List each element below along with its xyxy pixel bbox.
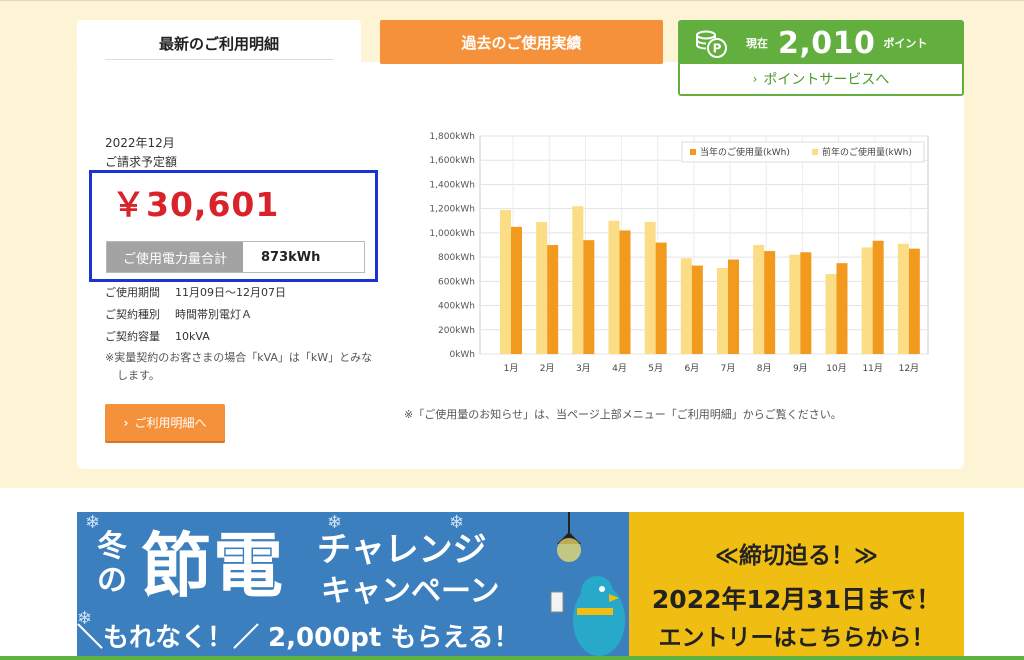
bar-previous-year xyxy=(789,254,801,354)
chevron-right-icon: › xyxy=(752,72,758,86)
bar-current-year xyxy=(764,251,776,354)
chevron-right-icon: › xyxy=(123,415,129,430)
bar-previous-year xyxy=(608,220,620,354)
banner-setsuden-text: 節電 xyxy=(141,525,285,607)
period-row: ご使用期間 11月09日～12月07日 xyxy=(105,284,286,300)
bar-current-year xyxy=(547,245,559,354)
capacity-note: ※実量契約のお客さまの場合「kVA」は「kW」とみなします。 xyxy=(105,351,373,382)
period-label: ご使用期間 xyxy=(105,286,160,299)
bar-current-year xyxy=(728,259,739,354)
x-tick-label: 5月 xyxy=(648,363,663,374)
x-tick-label: 6月 xyxy=(684,363,699,374)
x-tick-label: 1月 xyxy=(504,363,519,374)
legend-label-current: 当年のご使用量(kWh) xyxy=(700,146,790,158)
top-border xyxy=(0,0,1024,1)
y-tick-label: 1,200kWh xyxy=(429,205,475,215)
bar-previous-year xyxy=(500,209,511,354)
coins-icon: P xyxy=(696,30,727,58)
period-value: 11月09日～12月07日 xyxy=(175,286,286,299)
capacity-row: ご契約容量 10kVA xyxy=(105,328,210,344)
contract-type-label: ご契約種別 xyxy=(105,308,160,321)
bar-previous-year xyxy=(753,245,765,354)
banner-campaign-text: キャンペーン xyxy=(321,574,500,609)
statement-detail-label: ご利用明細へ xyxy=(134,416,207,430)
usage-bar-chart: 0kWh 200kWh 400kWh 600kWh 800kWh 1,000kWh 1,20… xyxy=(429,132,929,374)
x-tick-label: 7月 xyxy=(721,363,736,374)
bar-current-year xyxy=(872,240,884,354)
bottom-border xyxy=(0,656,1024,660)
bar-current-year xyxy=(655,242,667,354)
contract-type-value: 時間帯別電灯Ａ xyxy=(175,308,252,321)
legend-swatch-current xyxy=(690,149,696,155)
bar-current-year xyxy=(908,248,920,354)
y-tick-label: 1,600kWh xyxy=(429,156,475,166)
x-tick-label: 9月 xyxy=(793,363,808,374)
legend-swatch-previous xyxy=(812,149,818,155)
chart-note: ※「ご使用量のお知らせ」は、当ページ上部メニュー「ご利用明細」からご覧ください。 xyxy=(404,408,842,421)
points-current-label: 現在 xyxy=(746,37,768,50)
bar-previous-year xyxy=(717,268,728,354)
lamp-bird-illustration xyxy=(550,512,625,656)
tab-latest-label: 最新のご利用明細 xyxy=(158,34,279,53)
usage-total-value: 873kWh xyxy=(261,249,321,265)
bar-previous-year xyxy=(572,206,584,354)
x-tick-label: 3月 xyxy=(576,363,591,374)
x-tick-label: 2月 xyxy=(540,363,555,374)
points-value: 2,010 xyxy=(778,25,876,61)
x-tick-label: 8月 xyxy=(757,363,772,374)
capacity-value: 10kVA xyxy=(175,330,210,343)
tab-past-usage[interactable]: 過去のご使用実績 xyxy=(380,20,663,64)
y-tick-label: 1,800kWh xyxy=(429,132,475,142)
usage-total-label: ご使用電力量合計 xyxy=(107,242,243,272)
x-tick-label: 11月 xyxy=(862,363,882,374)
bar-previous-year xyxy=(536,221,548,354)
y-tick-label: 0kWh xyxy=(449,350,475,360)
points-summary: P 現在 2,010 ポイント xyxy=(680,22,962,64)
billing-amount-label: ご請求予定額 xyxy=(105,155,178,169)
y-tick-label: 400kWh xyxy=(438,302,475,312)
legend-label-previous: 前年のご使用量(kWh) xyxy=(822,146,912,158)
bar-current-year xyxy=(836,263,848,354)
bar-current-year xyxy=(619,230,631,354)
tab-latest-statement[interactable]: 最新のご利用明細 xyxy=(77,20,361,66)
banner-date-text: 2022年12月31日まで！ xyxy=(651,585,942,614)
points-widget: P 現在 2,010 ポイント › ポイントサービスへ xyxy=(678,20,964,96)
y-tick-label: 800kWh xyxy=(438,253,475,263)
x-tick-label: 4月 xyxy=(612,363,627,374)
bar-previous-year xyxy=(680,258,692,354)
banner-challenge-text: チャレンジ xyxy=(317,530,487,570)
billing-month: 2022年12月 xyxy=(105,136,175,150)
bar-previous-year xyxy=(861,247,873,354)
points-service-link[interactable]: › ポイントサービスへ xyxy=(680,64,962,94)
banner-deadline-text: ≪締切迫る！≫ xyxy=(714,543,879,569)
svg-text:P: P xyxy=(713,42,722,56)
tab-underline xyxy=(105,59,333,60)
x-tick-label: 12月 xyxy=(899,363,919,374)
points-service-link-label: ポイントサービスへ xyxy=(763,72,890,88)
y-tick-label: 200kWh xyxy=(438,326,475,336)
capacity-label: ご契約容量 xyxy=(105,330,160,343)
y-tick-label: 1,000kWh xyxy=(429,229,475,239)
statement-detail-button[interactable]: › ご利用明細へ xyxy=(105,404,225,441)
points-unit: ポイント xyxy=(883,37,928,50)
bar-previous-year xyxy=(825,274,837,354)
y-tick-label: 600kWh xyxy=(438,277,475,287)
y-tick-label: 1,400kWh xyxy=(429,180,475,190)
x-tick-label: 10月 xyxy=(826,363,846,374)
contract-type-row: ご契約種別 時間帯別電灯Ａ xyxy=(105,306,252,322)
tab-past-label: 過去のご使用実績 xyxy=(461,33,582,52)
billing-amount: ￥30,601 xyxy=(112,185,280,224)
campaign-banner[interactable]: ❄ ❄ ❄ ❄ 冬の 節電 チャレンジ キャンペーン ＼もれなく！／ 2,000… xyxy=(77,512,629,660)
bar-current-year xyxy=(511,226,522,354)
banner-winter-text: 冬の xyxy=(97,529,127,598)
bar-current-year xyxy=(583,240,595,354)
usage-total: ご使用電力量合計 873kWh xyxy=(106,241,365,273)
bar-current-year xyxy=(691,265,703,354)
entry-banner[interactable]: ≪締切迫る！≫ 2022年12月31日まで！ エントリーはこちらから！ xyxy=(629,512,964,660)
banner-entry-text: エントリーはこちらから！ xyxy=(658,625,935,651)
bar-previous-year xyxy=(644,221,656,354)
bar-previous-year xyxy=(897,243,909,354)
bar-current-year xyxy=(800,252,812,354)
banner-reward-text: ＼もれなく！／ 2,000pt もらえる！ xyxy=(77,623,520,653)
